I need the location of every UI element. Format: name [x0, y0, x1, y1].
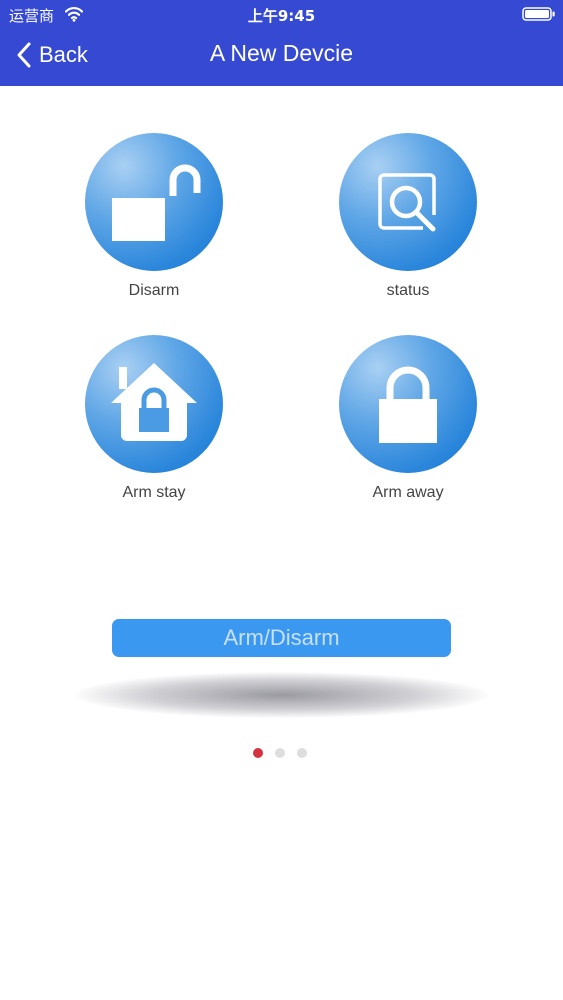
- disarm-circle: [85, 133, 223, 271]
- arm-away-label: Arm away: [372, 484, 444, 501]
- magnifier-icon: [378, 173, 436, 232]
- unlock-icon: [112, 164, 201, 241]
- arm-disarm-button[interactable]: Arm/Disarm: [112, 619, 451, 657]
- arm-away-button[interactable]: Arm away: [308, 335, 508, 515]
- arm-stay-button[interactable]: Arm stay: [54, 335, 254, 515]
- page-dot-3[interactable]: [297, 748, 307, 758]
- navigation-bar: Back A New Devcie: [0, 30, 563, 86]
- back-button[interactable]: Back: [16, 38, 88, 72]
- arm-away-circle: [339, 335, 477, 473]
- disarm-label: Disarm: [128, 282, 180, 299]
- button-shadow: [75, 672, 488, 718]
- page-dot-1[interactable]: [253, 748, 263, 758]
- status-button[interactable]: status: [308, 133, 508, 313]
- arm-stay-label: Arm stay: [122, 484, 186, 501]
- battery-icon: [522, 7, 555, 21]
- app-header: 运营商 上午9:45 Back A New Devcie: [0, 0, 563, 86]
- chevron-left-icon: [17, 42, 31, 68]
- back-label: Back: [39, 42, 88, 67]
- page-dot-2[interactable]: [275, 748, 285, 758]
- status-label: status: [386, 282, 430, 299]
- home-lock-icon: [111, 363, 197, 441]
- disarm-button[interactable]: Disarm: [54, 133, 254, 313]
- page-indicator: [253, 748, 307, 758]
- lock-icon: [379, 366, 437, 443]
- status-circle: [339, 133, 477, 271]
- status-time: 上午9:45: [247, 7, 316, 25]
- arm-stay-circle: [85, 335, 223, 473]
- status-bar: 运营商 上午9:45: [0, 0, 563, 30]
